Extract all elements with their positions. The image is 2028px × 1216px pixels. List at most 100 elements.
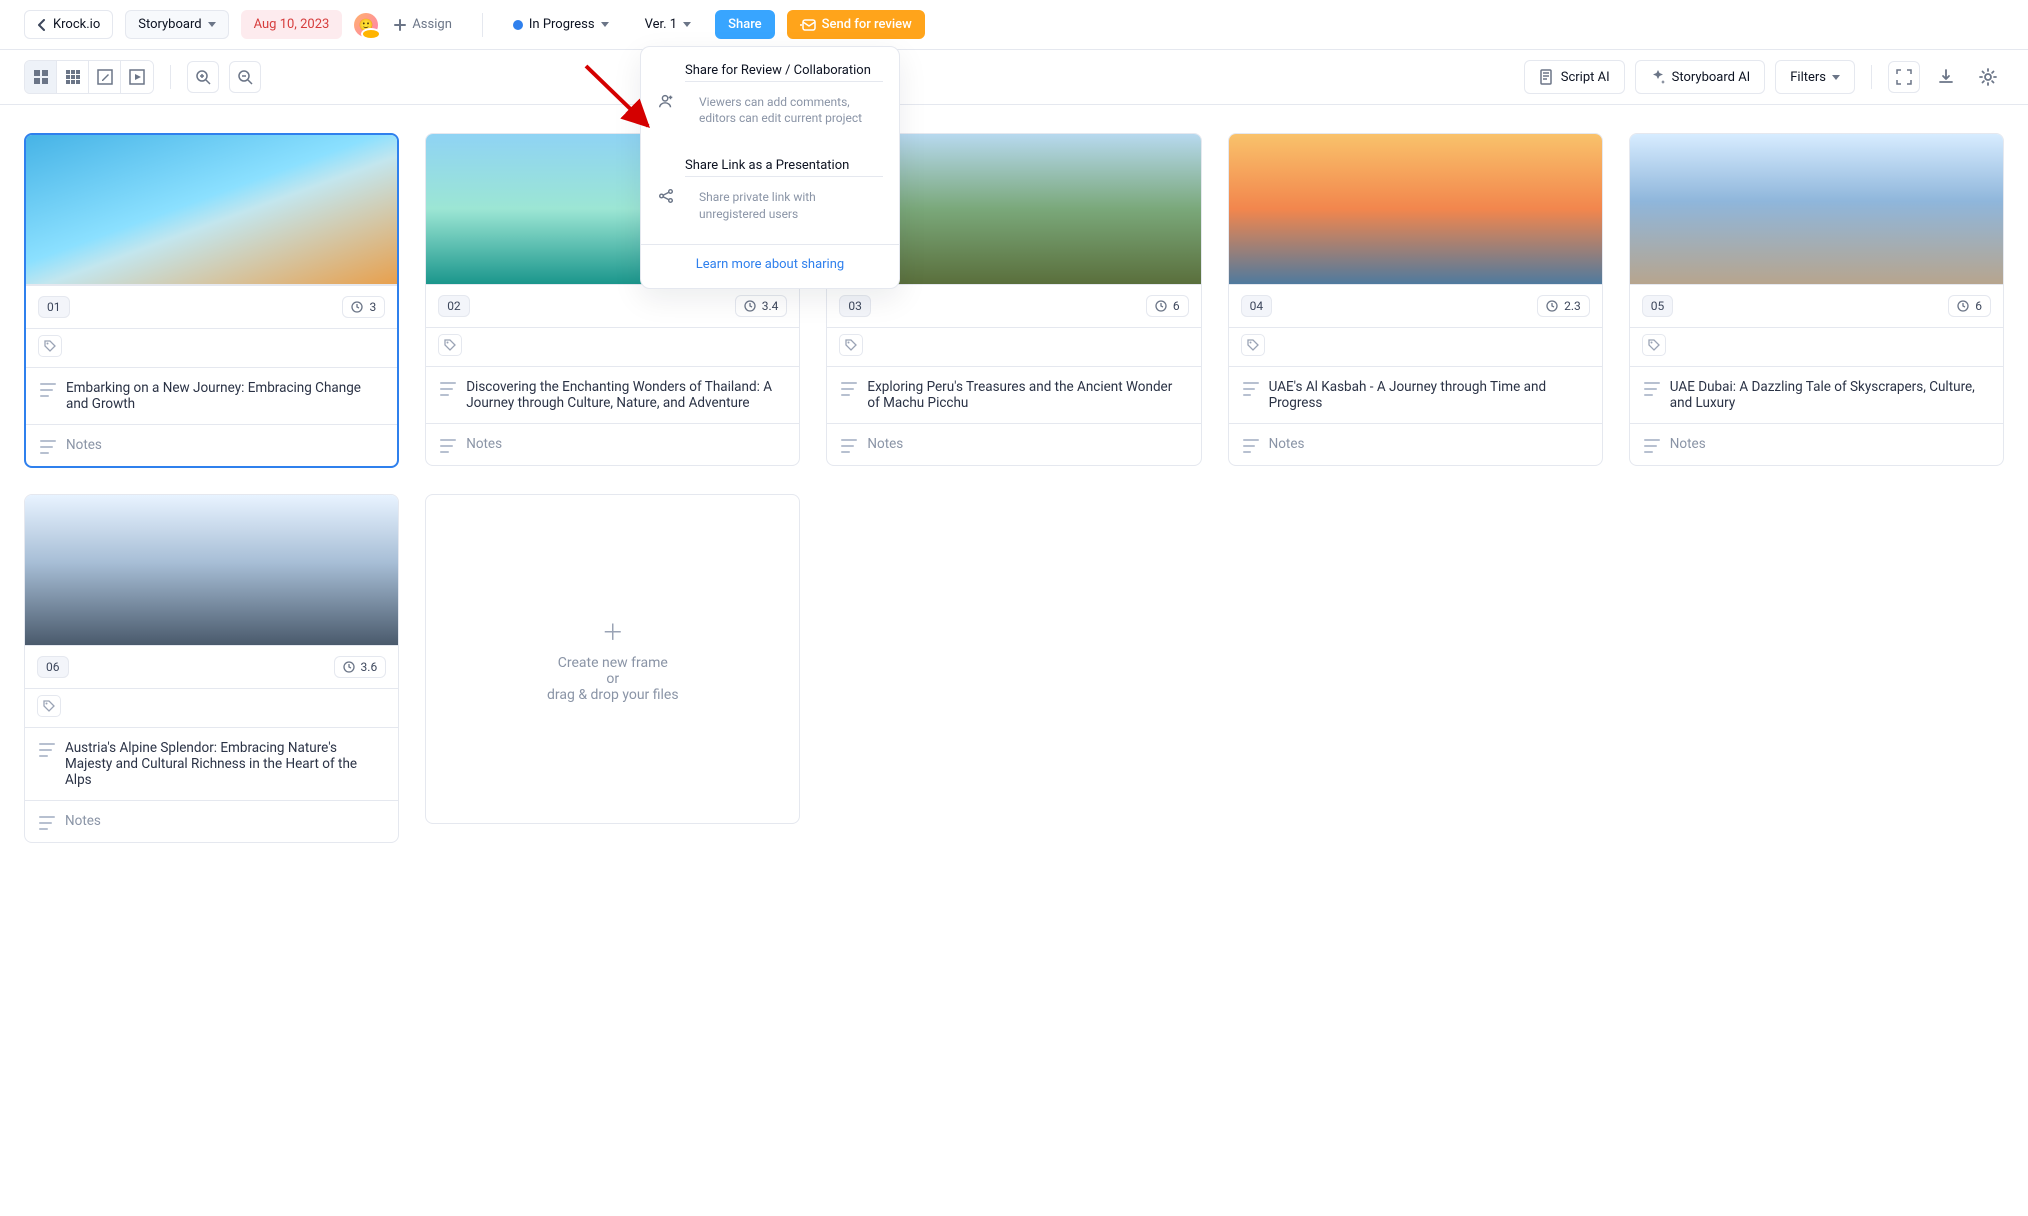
send-for-review-button[interactable]: Send for review bbox=[787, 10, 925, 39]
share-presentation-option[interactable]: Share Link as a Presentation Share priva… bbox=[641, 148, 899, 243]
frame-duration-badge: 3 bbox=[342, 296, 385, 318]
frame-notes-label: Notes bbox=[1670, 436, 1706, 453]
frame-tag-button[interactable] bbox=[1241, 334, 1265, 356]
assign-button[interactable]: Assign bbox=[390, 11, 464, 38]
create-frame-card[interactable]: ＋ Create new frame or drag & drop your f… bbox=[425, 494, 800, 824]
gear-icon bbox=[1978, 67, 1998, 87]
frame-meta: 03 6 bbox=[827, 284, 1200, 327]
frame-duration-badge: 2.3 bbox=[1537, 295, 1590, 317]
tag-icon bbox=[444, 339, 456, 351]
frame-card[interactable]: 06 3.6 Austria's Alpine Splendor: Embrac… bbox=[24, 494, 399, 843]
frame-tagrow bbox=[25, 688, 398, 727]
chevron-down-icon bbox=[1832, 75, 1840, 80]
avatar[interactable]: 🙂 bbox=[354, 13, 378, 37]
divider bbox=[1871, 65, 1872, 89]
frame-card[interactable]: 04 2.3 UAE's Al Kasbah - A Journey throu… bbox=[1228, 133, 1603, 466]
back-button[interactable]: Krock.io bbox=[24, 10, 113, 39]
version-label: Ver. 1 bbox=[645, 17, 677, 32]
text-lines-icon bbox=[1644, 382, 1660, 396]
frame-number-badge: 06 bbox=[37, 656, 69, 678]
text-lines-icon bbox=[440, 439, 456, 453]
frame-description[interactable]: Austria's Alpine Splendor: Embracing Nat… bbox=[25, 727, 398, 800]
fullscreen-button[interactable] bbox=[1888, 61, 1920, 93]
frame-thumbnail[interactable] bbox=[26, 135, 397, 285]
frame-tagrow bbox=[827, 327, 1200, 366]
frame-description[interactable]: Embarking on a New Journey: Embracing Ch… bbox=[26, 367, 397, 424]
frame-tag-button[interactable] bbox=[839, 334, 863, 356]
frame-title-text: Discovering the Enchanting Wonders of Th… bbox=[466, 379, 785, 411]
tag-icon bbox=[845, 339, 857, 351]
clock-icon bbox=[744, 300, 756, 312]
frame-notes[interactable]: Notes bbox=[426, 423, 799, 465]
frame-tag-button[interactable] bbox=[38, 335, 62, 357]
frame-duration-badge: 6 bbox=[1948, 295, 1991, 317]
frame-notes[interactable]: Notes bbox=[25, 800, 398, 842]
frame-tagrow bbox=[426, 327, 799, 366]
view-edit-button[interactable] bbox=[89, 61, 121, 93]
settings-button[interactable] bbox=[1972, 61, 2004, 93]
divider bbox=[170, 65, 171, 89]
due-date-chip[interactable]: Aug 10, 2023 bbox=[241, 10, 343, 39]
tag-icon bbox=[44, 340, 56, 352]
frame-title-text: Exploring Peru's Treasures and the Ancie… bbox=[867, 379, 1186, 411]
frame-notes-label: Notes bbox=[867, 436, 903, 453]
frame-card[interactable]: 01 3 Embarking on a New Journey: Embraci… bbox=[24, 133, 399, 468]
chevron-left-icon bbox=[37, 19, 47, 31]
frame-description[interactable]: Discovering the Enchanting Wonders of Th… bbox=[426, 366, 799, 423]
frame-thumbnail[interactable] bbox=[1229, 134, 1602, 284]
create-line2: drag & drop your files bbox=[547, 687, 679, 703]
app-header: Krock.io Storyboard Aug 10, 2023 🙂 Assig… bbox=[0, 0, 2028, 50]
frame-notes-label: Notes bbox=[1269, 436, 1305, 453]
frame-tag-button[interactable] bbox=[438, 334, 462, 356]
frame-meta: 06 3.6 bbox=[25, 645, 398, 688]
frame-thumbnail[interactable] bbox=[25, 495, 398, 645]
download-button[interactable] bbox=[1930, 61, 1962, 93]
version-dropdown[interactable]: Ver. 1 bbox=[633, 11, 703, 38]
frame-duration-text: 3.6 bbox=[361, 660, 378, 674]
share-present-desc: Share private link with unregistered use… bbox=[685, 176, 883, 233]
frame-number-badge: 03 bbox=[839, 295, 871, 317]
status-dropdown[interactable]: In Progress bbox=[501, 11, 621, 38]
frame-notes[interactable]: Notes bbox=[1630, 423, 2003, 465]
pencil-square-icon bbox=[97, 69, 113, 85]
script-ai-button[interactable]: Script AI bbox=[1524, 60, 1625, 94]
frame-grid: 01 3 Embarking on a New Journey: Embraci… bbox=[0, 105, 2028, 871]
project-dropdown[interactable]: Storyboard bbox=[125, 10, 228, 39]
text-lines-icon bbox=[1243, 439, 1259, 453]
tag-icon bbox=[1648, 339, 1660, 351]
share-collab-option[interactable]: Share for Review / Collaboration Viewers… bbox=[641, 53, 899, 148]
view-player-button[interactable] bbox=[121, 61, 153, 93]
send-for-review-label: Send for review bbox=[822, 17, 912, 32]
frame-tag-button[interactable] bbox=[1642, 334, 1666, 356]
view-grid-large-button[interactable] bbox=[25, 61, 57, 93]
text-lines-icon bbox=[39, 743, 55, 757]
zoom-in-button[interactable] bbox=[187, 61, 219, 93]
chevron-down-icon bbox=[208, 22, 216, 27]
frame-card[interactable]: 05 6 UAE Dubai: A Dazzling Tale of Skysc… bbox=[1629, 133, 2004, 466]
frame-notes[interactable]: Notes bbox=[1229, 423, 1602, 465]
tag-icon bbox=[1247, 339, 1259, 351]
back-label: Krock.io bbox=[53, 17, 100, 32]
frame-duration-badge: 3.4 bbox=[735, 295, 788, 317]
frame-meta: 05 6 bbox=[1630, 284, 2003, 327]
zoom-out-button[interactable] bbox=[229, 61, 261, 93]
status-label: In Progress bbox=[529, 17, 595, 32]
text-lines-icon bbox=[1243, 382, 1259, 396]
frame-description[interactable]: UAE's Al Kasbah - A Journey through Time… bbox=[1229, 366, 1602, 423]
frame-thumbnail[interactable] bbox=[1630, 134, 2003, 284]
frame-number-badge: 02 bbox=[438, 295, 470, 317]
storyboard-ai-button[interactable]: Storyboard AI bbox=[1635, 60, 1766, 94]
share-button[interactable]: Share bbox=[715, 10, 775, 39]
chevron-down-icon bbox=[683, 22, 691, 27]
frame-tag-button[interactable] bbox=[37, 695, 61, 717]
filters-dropdown[interactable]: Filters bbox=[1775, 60, 1855, 94]
frame-notes[interactable]: Notes bbox=[26, 424, 397, 466]
text-lines-icon bbox=[40, 440, 56, 454]
frame-notes[interactable]: Notes bbox=[827, 423, 1200, 465]
script-ai-label: Script AI bbox=[1561, 70, 1610, 85]
view-mode-group bbox=[24, 60, 154, 94]
frame-description[interactable]: UAE Dubai: A Dazzling Tale of Skyscraper… bbox=[1630, 366, 2003, 423]
share-learn-more-link[interactable]: Learn more about sharing bbox=[641, 244, 899, 282]
view-grid-small-button[interactable] bbox=[57, 61, 89, 93]
frame-description[interactable]: Exploring Peru's Treasures and the Ancie… bbox=[827, 366, 1200, 423]
